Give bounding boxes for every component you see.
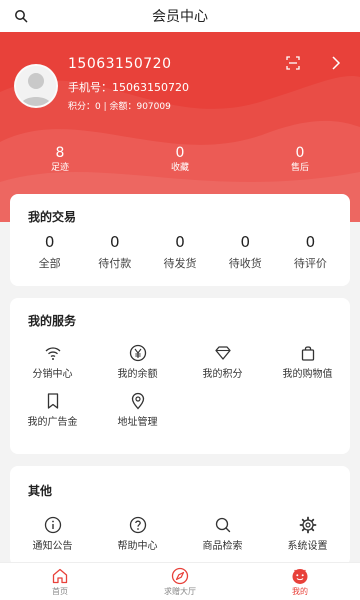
other-label: 系统设置 (287, 541, 328, 552)
other-system-settings[interactable]: 系统设置 (265, 516, 350, 564)
diamond-icon (214, 346, 231, 360)
other-help-center[interactable]: 帮助中心 (95, 516, 180, 564)
service-my-balance[interactable]: 我的余额 (95, 344, 180, 392)
order-status-label: 全部 (38, 257, 61, 270)
order-status-label: 待收货 (228, 257, 262, 270)
stat-label: 售后 (290, 163, 309, 173)
service-shopping-value[interactable]: 我的购物值 (265, 344, 350, 392)
service-address-management[interactable]: 地址管理 (95, 392, 180, 440)
service-my-points[interactable]: 我的积分 (180, 344, 265, 392)
stat-value: 0 (175, 145, 185, 161)
top-bar: 会员中心 (0, 0, 360, 32)
section-title: 我的交易 (28, 210, 77, 224)
search-icon (215, 517, 230, 533)
stat-favorites[interactable]: 0 收藏 (120, 144, 240, 174)
other-label: 通知公告 (32, 541, 73, 552)
order-count: 0 (175, 233, 185, 251)
order-status-pending-review[interactable]: 0 待评价 (278, 232, 343, 272)
location-icon (131, 392, 144, 410)
username: 15063150720 (68, 56, 172, 72)
order-status-label: 待发货 (163, 257, 197, 270)
order-count: 0 (305, 233, 316, 251)
order-count: 0 (110, 233, 120, 251)
stat-label: 收藏 (170, 163, 189, 173)
service-label: 分销中心 (32, 369, 73, 380)
service-label: 地址管理 (117, 417, 158, 428)
yen-icon (129, 344, 146, 362)
tab-home[interactable]: 首页 (0, 563, 120, 600)
section-title: 其他 (28, 484, 53, 498)
order-count: 0 (44, 233, 55, 251)
order-status-pending-payment[interactable]: 0 待付款 (82, 232, 147, 272)
other-notices[interactable]: 通知公告 (10, 516, 95, 564)
other-label: 商品检索 (202, 541, 243, 552)
my-trades-card: 我的交易 0 全部 0 待付款 0 待发货 0 待收货 0 待评价 (10, 194, 350, 286)
stat-label: 足迹 (50, 163, 69, 173)
help-icon (129, 516, 146, 534)
tab-label: 求赠大厅 (164, 587, 196, 596)
section-title: 我的服务 (28, 314, 77, 328)
info-icon (44, 516, 61, 534)
points-balance: 积分：0 | 余额：907009 (68, 102, 171, 112)
user-face-icon (292, 569, 308, 584)
order-status-all[interactable]: 0 全部 (17, 232, 82, 272)
order-status-label: 待评价 (293, 257, 327, 270)
service-label: 我的购物值 (282, 369, 333, 380)
order-count: 0 (240, 233, 250, 251)
service-ad-fund[interactable]: 我的广告金 (10, 392, 95, 440)
avatar[interactable] (14, 64, 58, 108)
other-product-search[interactable]: 商品检索 (180, 516, 265, 564)
stat-after-sales[interactable]: 0 售后 (240, 144, 360, 174)
stat-value: 0 (295, 145, 305, 161)
tab-gift-hall[interactable]: 求赠大厅 (120, 563, 240, 600)
order-status-pending-shipment[interactable]: 0 待发货 (147, 232, 212, 272)
tab-label: 我的 (292, 587, 308, 596)
bookmark-icon (47, 393, 58, 409)
chevron-right-icon[interactable] (330, 56, 342, 70)
service-label: 我的广告金 (27, 417, 78, 428)
wifi-icon (45, 347, 60, 360)
service-label: 我的积分 (202, 369, 243, 380)
gear-icon (299, 516, 316, 534)
service-distribution-center[interactable]: 分销中心 (10, 344, 95, 392)
bag-icon (301, 346, 314, 361)
bottom-tab-bar: 首页 求赠大厅 我的 (0, 562, 360, 600)
home-icon (52, 568, 68, 584)
my-services-card: 我的服务 分销中心 我的余额 我的积分 我的购物值 我的广告金 地址管理 (10, 298, 350, 454)
scan-icon[interactable] (286, 56, 300, 70)
default-avatar-icon (16, 66, 56, 106)
others-card: 其他 通知公告 帮助中心 商品检索 系统设置 (10, 466, 350, 566)
tab-mine[interactable]: 我的 (240, 563, 360, 600)
page-title: 会员中心 (152, 9, 208, 25)
order-status-label: 待付款 (98, 257, 132, 270)
service-label: 我的余额 (117, 369, 158, 380)
search-icon[interactable] (14, 9, 28, 23)
tab-label: 首页 (52, 587, 68, 596)
phone-number: 手机号：15063150720 (68, 81, 189, 94)
compass-icon (171, 567, 189, 585)
order-status-pending-receipt[interactable]: 0 待收货 (213, 232, 278, 272)
profile-stats: 8 足迹 0 收藏 0 售后 (0, 144, 360, 174)
stat-footprint[interactable]: 8 足迹 (0, 144, 120, 174)
stat-value: 8 (55, 145, 65, 161)
other-label: 帮助中心 (117, 541, 158, 552)
